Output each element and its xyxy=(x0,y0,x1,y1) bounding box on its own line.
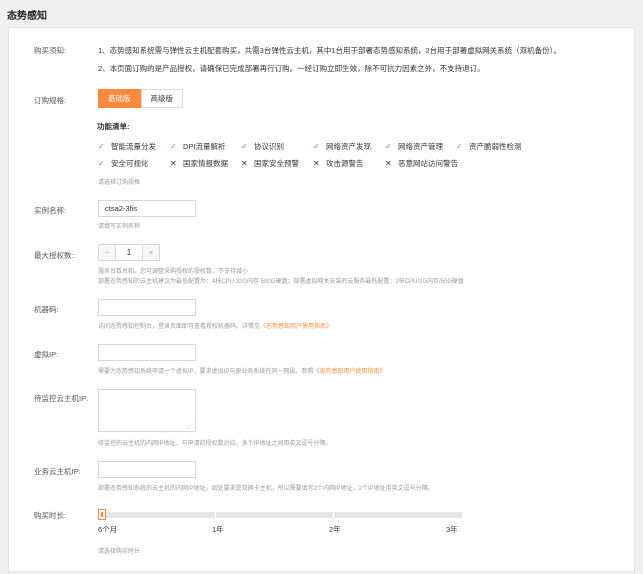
feature-item: ✓ DPI流量解析 xyxy=(170,142,226,151)
feature-item: ✓ 资产脆弱性检测 xyxy=(456,142,522,151)
feature-item: ✕ 恶意网站访问警告 xyxy=(385,159,458,168)
tab-basic[interactable]: 基础版 xyxy=(98,89,141,108)
max-auth-stepper: − 1 + xyxy=(98,244,160,261)
feature-item: ✓ 网络资产管理 xyxy=(385,142,443,151)
feature-item: ✓ 网络资产发现 xyxy=(313,142,371,151)
virtual-ip-hint: 需要为态势感知系统申请一个虚拟IP，要求虚拟IP与原业务系统在同一网段。参照《态… xyxy=(98,369,386,375)
machine-code-input[interactable] xyxy=(98,299,196,316)
duration-label: 购买时长: xyxy=(34,511,67,520)
duration-tick-label[interactable]: 1年 xyxy=(212,524,224,535)
monitored-ip-textarea[interactable]: ⋰ xyxy=(98,389,196,432)
resize-grip-icon[interactable]: ⋰ xyxy=(187,423,193,430)
feature-item: ✕ 国家情报数据 xyxy=(170,159,228,168)
cross-icon: ✕ xyxy=(241,159,248,168)
instance-name-hint: 请填写实例名称 xyxy=(98,224,141,230)
feature-item: ✕ 攻击源警告 xyxy=(313,159,364,168)
spec-tabs: 基础版 高级版 xyxy=(98,89,183,108)
page-title: 态势感知 xyxy=(7,11,47,22)
tab-advanced[interactable]: 高级版 xyxy=(140,89,183,108)
purchase-notice-label: 购买须知: xyxy=(34,46,67,55)
max-auth-value[interactable]: 1 xyxy=(115,245,143,260)
check-icon: ✓ xyxy=(456,142,463,151)
check-icon: ✓ xyxy=(98,159,105,168)
instance-name-label: 实例名称: xyxy=(34,206,67,215)
business-ip-hint: 部署态势感知系统的云主机的内网IP地址。如处要求是双网卡主机，所以需要填写2个内… xyxy=(98,486,434,492)
cross-icon: ✕ xyxy=(385,159,392,168)
slider-tick xyxy=(215,512,216,518)
cross-icon: ✕ xyxy=(313,159,320,168)
check-icon: ✓ xyxy=(170,142,177,151)
virtual-ip-input[interactable] xyxy=(98,344,196,361)
feature-list-title: 功能清单: xyxy=(97,122,130,131)
user-guide-link[interactable]: 《态势感知用户使用指南》 xyxy=(313,369,385,375)
check-icon: ✓ xyxy=(385,142,392,151)
slider-tick xyxy=(333,512,334,518)
decrement-button[interactable]: − xyxy=(99,245,115,260)
check-icon: ✓ xyxy=(313,142,320,151)
spec-label: 订购规格: xyxy=(34,96,67,105)
increment-button[interactable]: + xyxy=(143,245,159,260)
purchase-notice-line-1: 1、态势感知系统需与弹性云主机配套购买，共需3台弹性云主机，其中1台用于部署态势… xyxy=(98,46,561,55)
duration-hint: 请选择购买时长 xyxy=(98,549,141,555)
feature-item: ✕ 国家安全预警 xyxy=(241,159,299,168)
duration-tick-label[interactable]: 6个月 xyxy=(98,524,117,535)
monitored-ip-hint: 待监控的云主机的内网IP地址，与申请的授权数对应。多个IP地址之间用英文逗号分隔… xyxy=(98,441,332,447)
max-auth-label: 最大授权数: xyxy=(34,251,74,260)
machine-code-hint: 访问态势感知控制台，登录页面即可查看授权机器码。详情见《态势感知用户使用指南》 xyxy=(98,324,333,330)
duration-slider-track[interactable] xyxy=(98,512,462,518)
feature-item: ✓ 安全可视化 xyxy=(98,159,149,168)
monitored-ip-label: 待监控云主机IP: xyxy=(34,394,89,403)
feature-item: ✓ 智能流量分发 xyxy=(98,142,156,151)
instance-name-input[interactable]: ctsa2-3fis xyxy=(98,200,196,217)
check-icon: ✓ xyxy=(241,142,248,151)
business-ip-input[interactable] xyxy=(98,461,196,478)
max-auth-hint-2: 部署态势感知的云主机建议为最低配置为：4核CPU 32G内存 500G硬盘；部署… xyxy=(98,279,465,285)
feature-item: ✓ 协议识别 xyxy=(241,142,284,151)
max-auth-hint-1: 服务台数总和。您可调整采购授权的授权数，不支持减小 xyxy=(98,269,249,275)
business-ip-label: 业务云主机IP: xyxy=(34,467,81,476)
duration-tick-label[interactable]: 3年 xyxy=(446,524,458,535)
check-icon: ✓ xyxy=(98,142,105,151)
duration-tick-label[interactable]: 2年 xyxy=(329,524,341,535)
duration-slider-handle[interactable] xyxy=(98,509,106,520)
cross-icon: ✕ xyxy=(170,159,177,168)
purchase-notice-line-2: 2、本页面订购的是产品授权，请确保已完成部署再行订购。一经订购立即生效，除不可抗… xyxy=(98,64,485,73)
virtual-ip-label: 虚拟IP: xyxy=(34,350,59,359)
machine-code-label: 机器码: xyxy=(34,305,59,314)
user-guide-link[interactable]: 《态势感知用户使用指南》 xyxy=(260,324,332,330)
spec-hint: 请选择订购规格 xyxy=(98,180,141,186)
